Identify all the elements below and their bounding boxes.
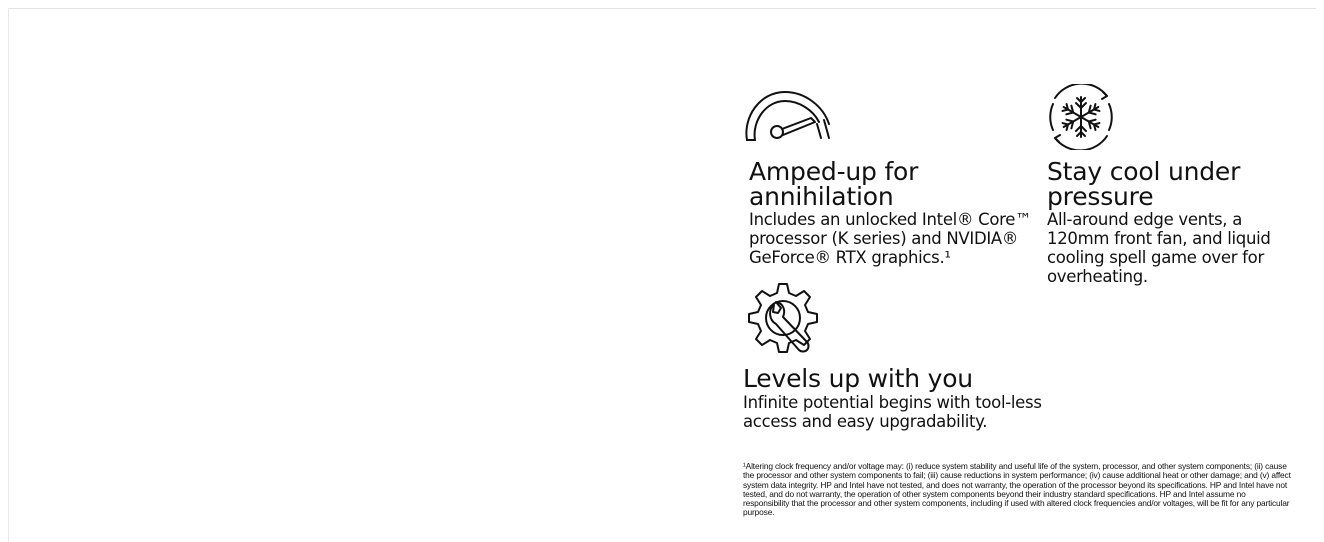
feature-description: All-around edge vents, a 120mm front fan… [1047,210,1271,286]
footnote-disclaimer: ¹Altering clock frequency and/or voltage… [743,461,1291,518]
feature-title: Levels up with you [743,364,973,393]
gear-wrench-icon [743,280,823,356]
snowflake-icon [1045,84,1117,150]
speedometer-icon [743,84,833,144]
feature-title: Stay cool under pressure [1047,157,1241,211]
top-divider [8,8,1316,9]
feature-description: Infinite potential begins with tool-less… [743,393,1042,431]
feature-description: Includes an unlocked Intel® Core™ proces… [749,210,1032,267]
feature-title: Amped-up for annihilation [749,157,919,211]
left-divider [8,8,9,542]
